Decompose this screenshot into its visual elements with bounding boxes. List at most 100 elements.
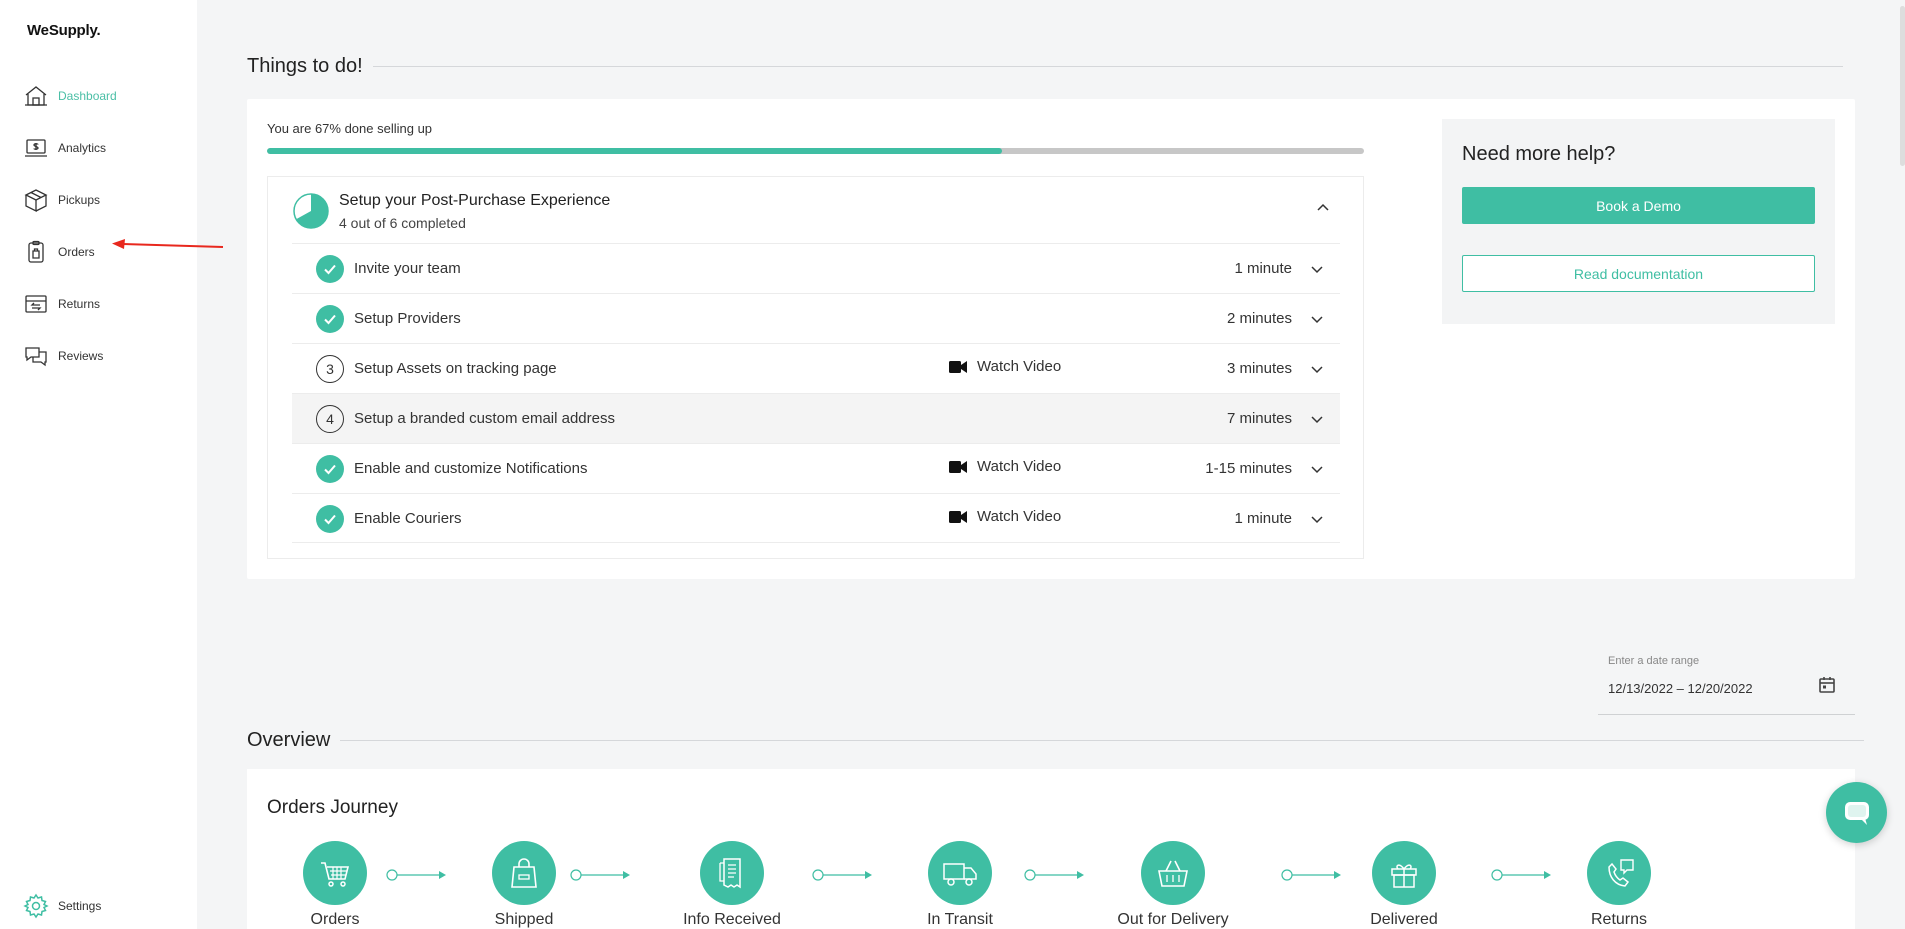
sidebar-item-returns[interactable]: Returns — [0, 278, 197, 330]
video-camera-icon — [949, 360, 967, 373]
page-title: Things to do! — [247, 55, 363, 77]
date-range-label: Enter a date range — [1608, 655, 1700, 667]
heading-divider — [340, 740, 1865, 741]
sidebar-nav: Dashboard Analytics Pickups Orders Retur… — [0, 70, 197, 382]
gift-icon — [1391, 864, 1417, 888]
task-name: Setup a branded custom email address — [354, 410, 615, 427]
journey-step-circle — [700, 841, 764, 905]
journey-step-delivered[interactable]: Delivered — [1344, 841, 1464, 929]
journey-step-returns[interactable]: Returns — [1559, 841, 1679, 929]
journey-step-circle — [1141, 841, 1205, 905]
watch-video-link[interactable]: Watch Video — [949, 458, 1061, 475]
task-row[interactable]: 4 Setup a branded custom email address 7 m… — [292, 393, 1340, 443]
chevron-down-icon[interactable] — [1310, 512, 1324, 526]
journey-step-label: Delivered — [1370, 911, 1438, 928]
setup-subtitle: 4 out of 6 completed — [339, 215, 466, 231]
progress-pie-icon — [293, 193, 329, 229]
chevron-up-icon[interactable] — [1314, 198, 1332, 216]
orders-journey-card: Orders Journey Orders Shipped Info Receive… — [247, 769, 1855, 929]
watch-video-link[interactable]: Watch Video — [949, 508, 1061, 525]
task-row[interactable]: 3 Setup Assets on tracking page Watch Vide… — [292, 343, 1340, 393]
chat-icon — [1844, 801, 1869, 825]
journey-step-circle — [1372, 841, 1436, 905]
check-icon — [316, 255, 344, 283]
task-name: Setup Assets on tracking page — [354, 360, 557, 377]
watch-video-label: Watch Video — [977, 508, 1062, 525]
check-icon — [316, 305, 344, 333]
setup-title: Setup your Post-Purchase Experience — [339, 192, 611, 209]
journey-step-circle — [928, 841, 992, 905]
basket-icon — [1158, 860, 1188, 887]
task-name: Enable and customize Notifications — [354, 460, 588, 477]
task-row[interactable]: Enable Couriers Watch Video 1 minute — [292, 493, 1340, 543]
journey-arrow-icon — [812, 869, 872, 881]
main-content: Things to do! You are 67% done selling u… — [198, 3, 1905, 929]
task-duration: 1-15 minutes — [1205, 460, 1292, 477]
sidebar-item-reviews[interactable]: Reviews — [0, 330, 197, 382]
journey-arrow-icon — [1281, 869, 1341, 881]
journey-step-label: Info Received — [683, 911, 781, 928]
sidebar-item-orders[interactable]: Orders — [0, 226, 197, 278]
dashboard-icon — [25, 86, 47, 106]
journey-step-shipped[interactable]: Shipped — [464, 841, 584, 929]
task-name: Enable Couriers — [354, 510, 462, 527]
scrollbar[interactable] — [1900, 6, 1905, 166]
chat-button[interactable] — [1826, 782, 1887, 843]
journey-step-label: Out for Delivery — [1117, 911, 1229, 928]
sidebar-item-dashboard[interactable]: Dashboard — [0, 70, 197, 122]
sidebar-item-settings[interactable]: Settings — [23, 893, 101, 919]
task-name: Setup Providers — [354, 310, 461, 327]
chevron-down-icon[interactable] — [1310, 412, 1324, 426]
todo-card: You are 67% done selling up Setup your P… — [247, 99, 1855, 579]
video-camera-icon — [949, 510, 967, 523]
step-number: 3 — [316, 355, 344, 383]
calendar-icon[interactable] — [1817, 675, 1837, 695]
sidebar-item-pickups[interactable]: Pickups — [0, 174, 197, 226]
watch-video-link[interactable]: Watch Video — [949, 358, 1061, 375]
heading-divider — [372, 66, 1843, 67]
task-duration: 7 minutes — [1226, 410, 1292, 427]
help-card: Need more help? Book a Demo Read documen… — [1442, 119, 1835, 324]
journey-step-orders[interactable]: Orders — [275, 841, 395, 929]
chevron-down-icon[interactable] — [1310, 462, 1324, 476]
date-range-field[interactable]: Enter a date range 12/13/2022 – 12/20/20… — [1598, 653, 1855, 715]
journey-step-label: Shipped — [494, 911, 554, 928]
chevron-down-icon[interactable] — [1310, 262, 1324, 276]
task-duration: 2 minutes — [1226, 310, 1292, 327]
task-duration: 3 minutes — [1226, 360, 1292, 377]
journey-step-circle — [1587, 841, 1651, 905]
progress-fill — [267, 148, 1002, 154]
chevron-down-icon[interactable] — [1310, 312, 1324, 326]
task-row[interactable]: Invite your team 1 minute — [292, 243, 1340, 293]
date-range-value: 12/13/2022 – 12/20/2022 — [1608, 681, 1753, 696]
shopping-bag-icon — [511, 858, 537, 888]
journey-step-in-transit[interactable]: In Transit — [900, 841, 1020, 929]
task-row[interactable]: Enable and customize Notifications Watch … — [292, 443, 1340, 493]
chevron-down-icon[interactable] — [1310, 362, 1324, 376]
setup-header[interactable]: Setup your Post-Purchase Experience 4 ou… — [292, 190, 1332, 231]
sidebar-item-analytics[interactable]: Analytics — [0, 122, 197, 174]
task-duration: 1 minute — [1234, 510, 1292, 527]
read-documentation-button[interactable]: Read documentation — [1462, 255, 1815, 292]
journey-arrow-icon — [1024, 869, 1084, 881]
receipt-icon — [719, 858, 741, 889]
journey-step-circle — [303, 841, 367, 905]
video-camera-icon — [949, 460, 967, 473]
check-icon — [316, 455, 344, 483]
gear-icon — [23, 893, 49, 919]
journey-step-label: Returns — [1590, 911, 1648, 928]
book-demo-button[interactable]: Book a Demo — [1462, 187, 1815, 224]
task-row[interactable]: Setup Providers 2 minutes — [292, 293, 1340, 343]
progress-bar — [267, 148, 1364, 154]
journey-title: Orders Journey — [267, 797, 398, 818]
sidebar-item-label: Returns — [58, 297, 101, 311]
journey-step-out-for-delivery[interactable]: Out for Delivery — [1113, 841, 1233, 929]
journey-step-circle — [492, 841, 556, 905]
analytics-icon — [25, 139, 47, 157]
watch-video-label: Watch Video — [977, 358, 1062, 375]
journey-step-info-received[interactable]: Info Received — [672, 841, 792, 929]
overview-heading: Overview — [247, 729, 1865, 752]
progress-text: You are 67% done selling up — [267, 121, 433, 136]
pickups-icon — [24, 189, 48, 213]
brand-logo: WeSupply. — [27, 22, 101, 39]
